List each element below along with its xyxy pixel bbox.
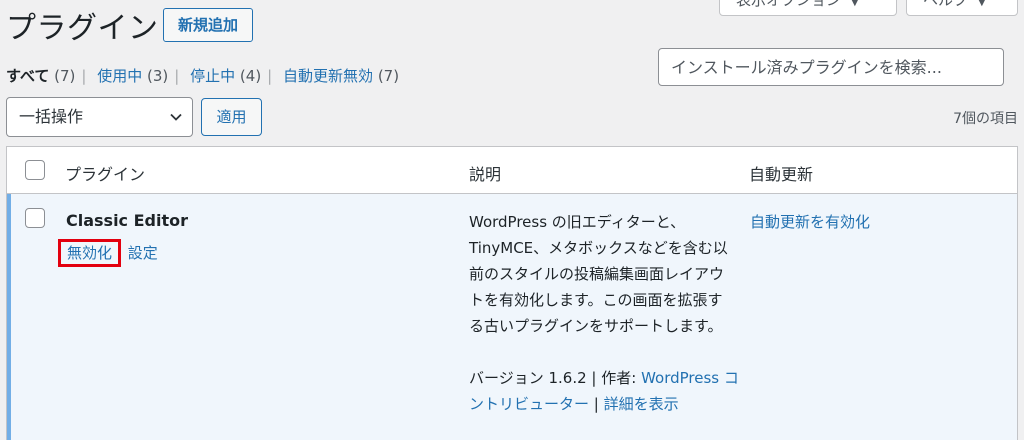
filter-auto-update-disabled[interactable]: 自動更新無効 (7) — [283, 67, 399, 85]
help-button[interactable]: ヘルプ ▼ — [906, 0, 1018, 16]
plugin-description: WordPress の旧エディターと、TinyMCE、メタボックスなどを含む以前… — [469, 213, 728, 335]
settings-link[interactable]: 設定 — [128, 244, 158, 262]
filter-inactive[interactable]: 停止中 (4) — [190, 67, 261, 85]
filter-separator: | — [174, 67, 180, 85]
filter-separator: | — [267, 67, 273, 85]
deactivate-link[interactable]: 無効化 — [58, 239, 122, 267]
filter-separator: | — [81, 67, 87, 85]
row-checkbox[interactable] — [25, 208, 45, 228]
meta-separator: | — [589, 395, 604, 413]
bulk-action-selected: 一括操作 — [19, 107, 84, 126]
view-details-link[interactable]: 詳細を表示 — [604, 395, 679, 413]
select-all-checkbox[interactable] — [25, 160, 45, 180]
items-count: 7個の項目 — [953, 111, 1018, 127]
row-actions: 無効化 設定 — [58, 239, 158, 267]
enable-auto-update-link[interactable]: 自動更新を有効化 — [750, 209, 870, 235]
bulk-action-select[interactable]: 一括操作 — [6, 97, 193, 137]
table-row: Classic Editor 無効化 設定 WordPress の旧エディターと… — [7, 194, 1017, 440]
version-text: バージョン 1.6.2 | 作者: — [469, 369, 642, 387]
plugin-name: Classic Editor — [66, 211, 189, 230]
page-title: プラグイン — [6, 11, 159, 46]
caret-down-icon: ▼ — [978, 0, 986, 8]
apply-button[interactable]: 適用 — [201, 98, 262, 136]
caret-down-icon: ▼ — [851, 0, 859, 8]
screen-options-button[interactable]: 表示オプション ▼ — [719, 0, 897, 16]
status-filters: すべて (7) | 使用中 (3) | 停止中 (4) | 自動更新無効 (7) — [6, 65, 399, 86]
column-auto-update: 自動更新 — [749, 165, 814, 184]
column-description: 説明 — [469, 165, 502, 184]
plugin-search-input[interactable] — [658, 48, 1004, 86]
column-plugin[interactable]: プラグイン — [65, 161, 145, 185]
filter-all[interactable]: すべて (7) — [6, 67, 75, 85]
plugins-table: プラグイン 説明 自動更新 Classic Editor 無効化 設定 Word… — [6, 146, 1018, 440]
help-label: ヘルプ — [923, 0, 969, 9]
chevron-down-icon — [170, 113, 182, 121]
screen-options-label: 表示オプション — [736, 0, 842, 9]
add-new-button[interactable]: 新規追加 — [163, 8, 253, 42]
table-header: プラグイン 説明 自動更新 — [7, 147, 1017, 194]
plugin-meta: バージョン 1.6.2 | 作者: WordPress コントリビューター | … — [469, 365, 739, 417]
filter-active[interactable]: 使用中 (3) — [97, 67, 168, 85]
